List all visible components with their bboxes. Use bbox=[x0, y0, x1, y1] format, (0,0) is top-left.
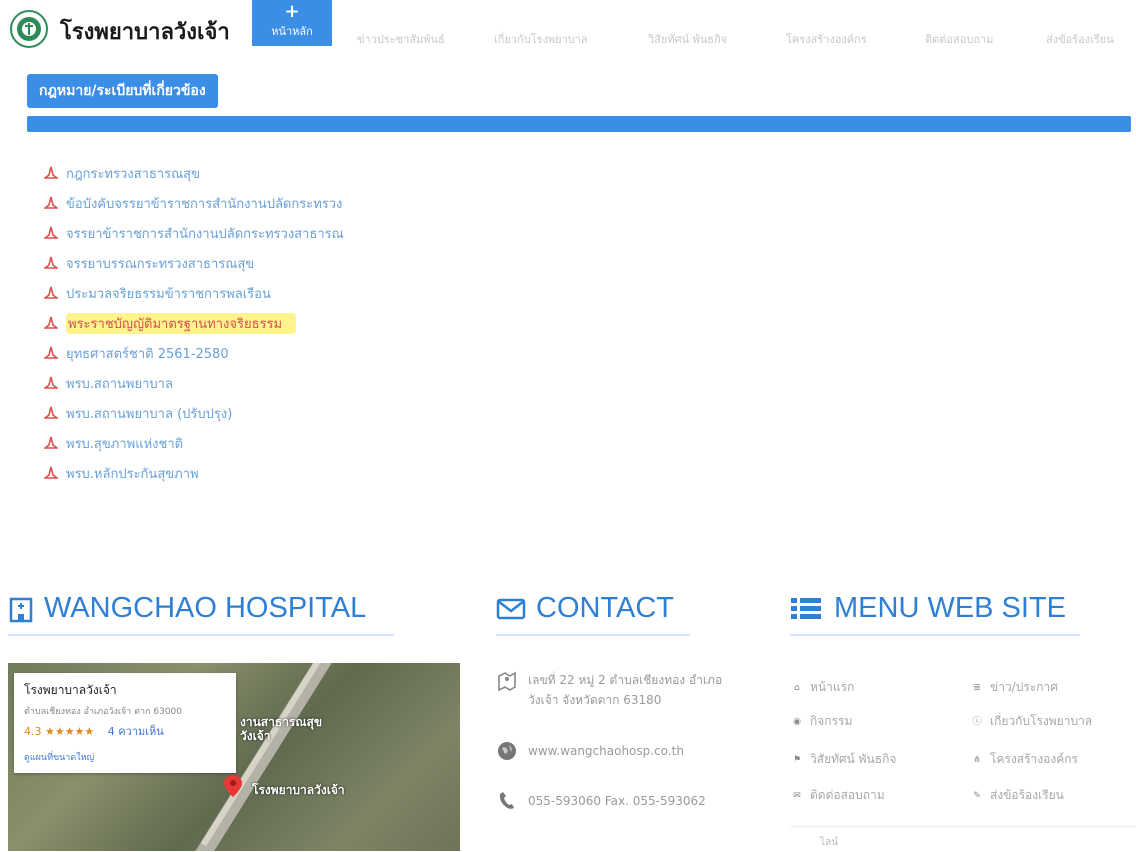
home-icon: ⌂ bbox=[794, 682, 800, 693]
nav-item-complaint[interactable]: ส่งข้อร้องเรียน bbox=[1046, 30, 1114, 48]
map-reviews-link[interactable]: 4 ความเห็น bbox=[108, 725, 164, 738]
map-place-name: โรงพยาบาลวังเจ้า bbox=[24, 683, 117, 697]
menu-about[interactable]: ⓘ เกี่ยวกับโรงพยาบาล bbox=[972, 712, 1092, 731]
map-location-icon bbox=[498, 671, 516, 692]
envelope-icon bbox=[496, 598, 526, 619]
envelope-icon: ✉ bbox=[793, 790, 801, 801]
newspaper-icon: ≣ bbox=[973, 682, 981, 693]
list-icon bbox=[791, 597, 821, 619]
law-item[interactable]: พรบ.สุขภาพแห่งชาติ bbox=[44, 428, 344, 458]
nav-item-vision[interactable]: วิสัยทัศน์ พันธกิจ bbox=[648, 30, 727, 48]
law-item[interactable]: กฎกระทรวงสาธารณสุข bbox=[44, 158, 344, 188]
nav-item-contact[interactable]: ติดต่อสอบถาม bbox=[925, 30, 993, 48]
menu-activities[interactable]: ◉ กิจกรรม bbox=[792, 712, 852, 731]
pdf-icon bbox=[44, 256, 58, 269]
camera-icon: ◉ bbox=[793, 716, 801, 727]
menu-contact[interactable]: ✉ ติดต่อสอบถาม bbox=[792, 786, 884, 805]
nav-item-news[interactable]: ข่าวประชาสัมพันธ์ bbox=[357, 30, 445, 48]
plus-icon: + bbox=[284, 1, 300, 22]
law-item-highlighted[interactable]: พระราชบัญญัติมาตรฐานทางจริยธรรม bbox=[44, 308, 344, 338]
pencil-icon: ✎ bbox=[973, 790, 981, 801]
law-item[interactable]: ประมวลจริยธรรมข้าราชการพลเรือน bbox=[44, 278, 344, 308]
law-document-list: กฎกระทรวงสาธารณสุข ข้อบังคับจรรยาข้าราชก… bbox=[44, 158, 344, 488]
map-pin-icon[interactable] bbox=[224, 775, 242, 797]
law-item[interactable]: ข้อบังคับจรรยาข้าราชการสำนักงานปลัดกระทร… bbox=[44, 188, 344, 218]
heading-underline bbox=[8, 634, 394, 636]
info-icon: ⓘ bbox=[972, 716, 982, 727]
nav-home-label: หน้าหลัก bbox=[271, 25, 313, 38]
pdf-icon bbox=[44, 226, 58, 239]
google-map[interactable]: โรงพยาบาลวังเจ้า ตำบลเชียงทอง อำเภอวังเจ… bbox=[8, 663, 460, 851]
pdf-icon bbox=[44, 406, 58, 419]
map-address: ตำบลเชียงทอง อำเภอวังเจ้า ตาก 63000 bbox=[24, 707, 182, 717]
flag-icon: ⚑ bbox=[792, 754, 802, 765]
pdf-icon bbox=[44, 346, 58, 359]
nav-item-about[interactable]: เกี่ยวกับโรงพยาบาล bbox=[494, 30, 588, 48]
pdf-icon bbox=[44, 316, 58, 329]
nav-home-button[interactable]: + หน้าหลัก bbox=[252, 0, 332, 46]
sitemap-icon: ⋔ bbox=[973, 754, 981, 765]
menu-home[interactable]: ⌂ หน้าแรก bbox=[792, 678, 854, 697]
law-item[interactable]: ยุทธศาสตร์ชาติ 2561-2580 bbox=[44, 338, 344, 368]
map-info-card: โรงพยาบาลวังเจ้า ตำบลเชียงทอง อำเภอวังเจ… bbox=[14, 673, 236, 773]
law-item[interactable]: พรบ.หลักประกันสุขภาพ bbox=[44, 458, 344, 488]
menu-complaint[interactable]: ✎ ส่งข้อร้องเรียน bbox=[972, 786, 1064, 805]
pdf-icon bbox=[44, 166, 58, 179]
pdf-icon bbox=[44, 436, 58, 449]
menu-line[interactable]: ไลน์ bbox=[820, 835, 838, 850]
map-label-hospital: โรงพยาบาลวังเจ้า bbox=[252, 783, 345, 797]
menu-news[interactable]: ≣ ข่าว/ประกาศ bbox=[972, 678, 1058, 697]
section-divider-bar bbox=[27, 116, 1131, 132]
menu-vision[interactable]: ⚑ วิสัยทัศน์ พันธกิจ bbox=[792, 750, 896, 769]
pdf-icon bbox=[44, 466, 58, 479]
pdf-icon bbox=[44, 196, 58, 209]
pdf-icon bbox=[44, 376, 58, 389]
contact-address: เลขที่ 22 หมู่ 2 ตำบลเชียงทอง อำเภอ วังเ… bbox=[496, 670, 722, 710]
laws-section-button[interactable]: กฎหมาย/ระเบียบที่เกี่ยวข้อง bbox=[27, 74, 218, 108]
menu-structure[interactable]: ⋔ โครงสร้างองค์กร bbox=[972, 750, 1078, 769]
law-item[interactable]: จรรยาข้าราชการสำนักงานปลัดกระทรวงสาธารณ bbox=[44, 218, 344, 248]
contact-heading: CONTACT bbox=[496, 592, 674, 625]
map-rating: 4.3 ★★★★★ 4 ความเห็น bbox=[24, 725, 164, 738]
hospital-logo-icon[interactable] bbox=[10, 10, 48, 48]
larger-map-link[interactable]: ดูแผนที่ขนาดใหญ่ bbox=[24, 750, 226, 764]
site-title[interactable]: โรงพยาบาลวังเจ้า bbox=[60, 14, 230, 49]
law-item[interactable]: พรบ.สถานพยาบาล (ปรับปรุง) bbox=[44, 398, 344, 428]
contact-phone[interactable]: 055-593060 Fax. 055-593062 bbox=[496, 790, 706, 812]
hospital-heading: WANGCHAO HOSPITAL bbox=[8, 592, 366, 625]
nav-item-structure[interactable]: โครงสร้างองค์กร bbox=[786, 30, 867, 48]
law-item[interactable]: พรบ.สถานพยาบาล bbox=[44, 368, 344, 398]
menu-heading: MENU WEB SITE bbox=[790, 592, 1066, 625]
heading-underline bbox=[790, 634, 1080, 636]
top-navigation: โรงพยาบาลวังเจ้า + หน้าหลัก ข่าวประชาสัม… bbox=[0, 0, 1136, 62]
menu-bottom-row: ไลน์ bbox=[790, 826, 1136, 852]
pdf-icon bbox=[44, 286, 58, 299]
phone-icon bbox=[499, 792, 514, 809]
globe-icon bbox=[498, 742, 516, 760]
heading-underline bbox=[496, 634, 690, 636]
map-label-health-office: งานสาธารณสุข วังเจ้า bbox=[240, 715, 323, 743]
law-item[interactable]: จรรยาบรรณกระทรวงสาธารณสุข bbox=[44, 248, 344, 278]
hospital-building-icon bbox=[9, 597, 33, 622]
contact-website[interactable]: www.wangchaohosp.co.th bbox=[496, 740, 684, 762]
